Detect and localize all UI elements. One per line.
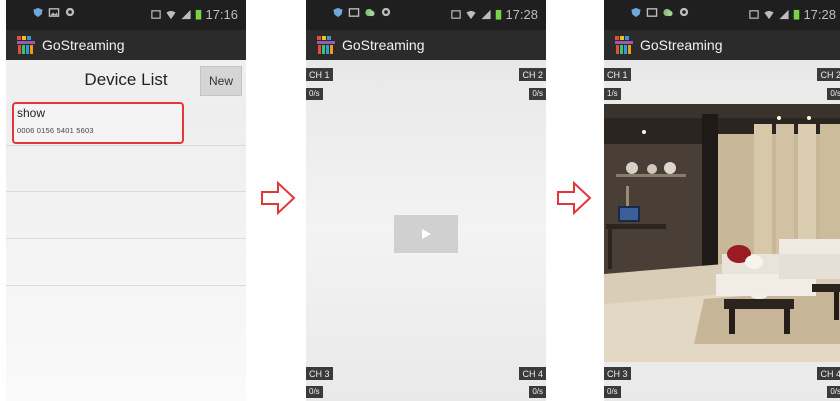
play-button[interactable] [394, 215, 458, 253]
device-list-item[interactable]: show 0006 0156 5401 5603 [12, 102, 184, 144]
list-divider [6, 191, 246, 192]
app-bar: GoStreaming [6, 30, 246, 60]
channel-4-label[interactable]: CH 4 [519, 367, 546, 380]
play-icon [422, 229, 431, 239]
channel-4-label[interactable]: CH 4 [817, 367, 840, 380]
phone-screen-device-list: 17:16 GoStreaming Device List New show 0… [6, 0, 246, 401]
app-logo-icon [17, 36, 35, 54]
list-divider [6, 238, 246, 239]
device-name: show [17, 106, 46, 120]
alarm-icon [749, 10, 760, 19]
device-list-header: Device List New [6, 60, 246, 100]
status-bar: 17:16 [6, 0, 246, 30]
app-logo-icon [317, 36, 335, 54]
shield-icon [33, 7, 43, 18]
image-icon [348, 8, 360, 17]
device-id: 0006 0156 5401 5603 [17, 126, 94, 135]
channel-2-rate: 0/s [529, 88, 546, 100]
wechat-icon [663, 8, 673, 17]
phone-screen-live-view-idle: 17:28 GoStreaming CH 1 0/s CH 2 0/s CH 3… [306, 0, 546, 401]
arrow-right-icon [557, 180, 592, 216]
image-icon [48, 8, 60, 17]
wifi-icon [466, 10, 477, 20]
channel-3-label[interactable]: CH 3 [306, 367, 333, 380]
app-logo-icon [615, 36, 633, 54]
channel-1-rate: 0/s [306, 88, 323, 100]
status-bar: 17:28 [604, 0, 840, 30]
alarm-icon [151, 10, 162, 19]
wifi-icon [764, 10, 775, 20]
signal-icon [779, 9, 790, 20]
channel-2-label[interactable]: CH 2 [817, 68, 840, 81]
list-divider [6, 145, 246, 146]
new-device-button[interactable]: New [200, 66, 242, 96]
status-time: 17:28 [505, 7, 538, 22]
channel-3-rate: 0/s [306, 386, 323, 398]
signal-icon [481, 9, 492, 20]
channel-4-rate: 0/s [827, 386, 840, 398]
shield-icon [333, 7, 343, 18]
channel-4-rate: 0/s [529, 386, 546, 398]
chat-icon [381, 7, 391, 17]
live-camera-feed[interactable] [604, 104, 840, 362]
channel-3-rate: 0/s [604, 386, 621, 398]
app-title: GoStreaming [342, 37, 425, 53]
channel-1-label[interactable]: CH 1 [306, 68, 333, 81]
channel-2-rate: 0/s [827, 88, 840, 100]
phone-screen-live-view-streaming: 17:28 GoStreaming CH 1 1/s CH 2 0/s CH 3… [604, 0, 840, 401]
video-panel: CH 1 0/s CH 2 0/s CH 3 0/s CH 4 0/s [306, 60, 546, 401]
channel-2-label[interactable]: CH 2 [519, 68, 546, 81]
app-title: GoStreaming [640, 37, 723, 53]
chat-icon [679, 7, 689, 17]
app-bar: GoStreaming [306, 30, 546, 60]
wechat-icon [365, 8, 375, 17]
signal-icon [181, 9, 192, 20]
list-divider [6, 285, 246, 286]
app-title: GoStreaming [42, 37, 125, 53]
arrow-right-icon [261, 180, 296, 216]
wifi-icon [166, 10, 177, 20]
channel-1-rate: 1/s [604, 88, 621, 100]
status-time: 17:16 [205, 7, 238, 22]
alarm-icon [451, 10, 462, 19]
status-bar: 17:28 [306, 0, 546, 30]
shield-icon [631, 7, 641, 18]
chat-icon [65, 7, 75, 17]
battery-icon [794, 9, 800, 20]
channel-1-label[interactable]: CH 1 [604, 68, 631, 81]
video-panel: CH 1 1/s CH 2 0/s CH 3 0/s CH 4 0/s [604, 60, 840, 401]
app-bar: GoStreaming [604, 30, 840, 60]
battery-icon [496, 9, 502, 20]
image-icon [646, 8, 658, 17]
device-list-panel: Device List New show 0006 0156 5401 5603 [6, 60, 246, 401]
battery-icon [196, 9, 202, 20]
channel-3-label[interactable]: CH 3 [604, 367, 631, 380]
status-time: 17:28 [803, 7, 836, 22]
